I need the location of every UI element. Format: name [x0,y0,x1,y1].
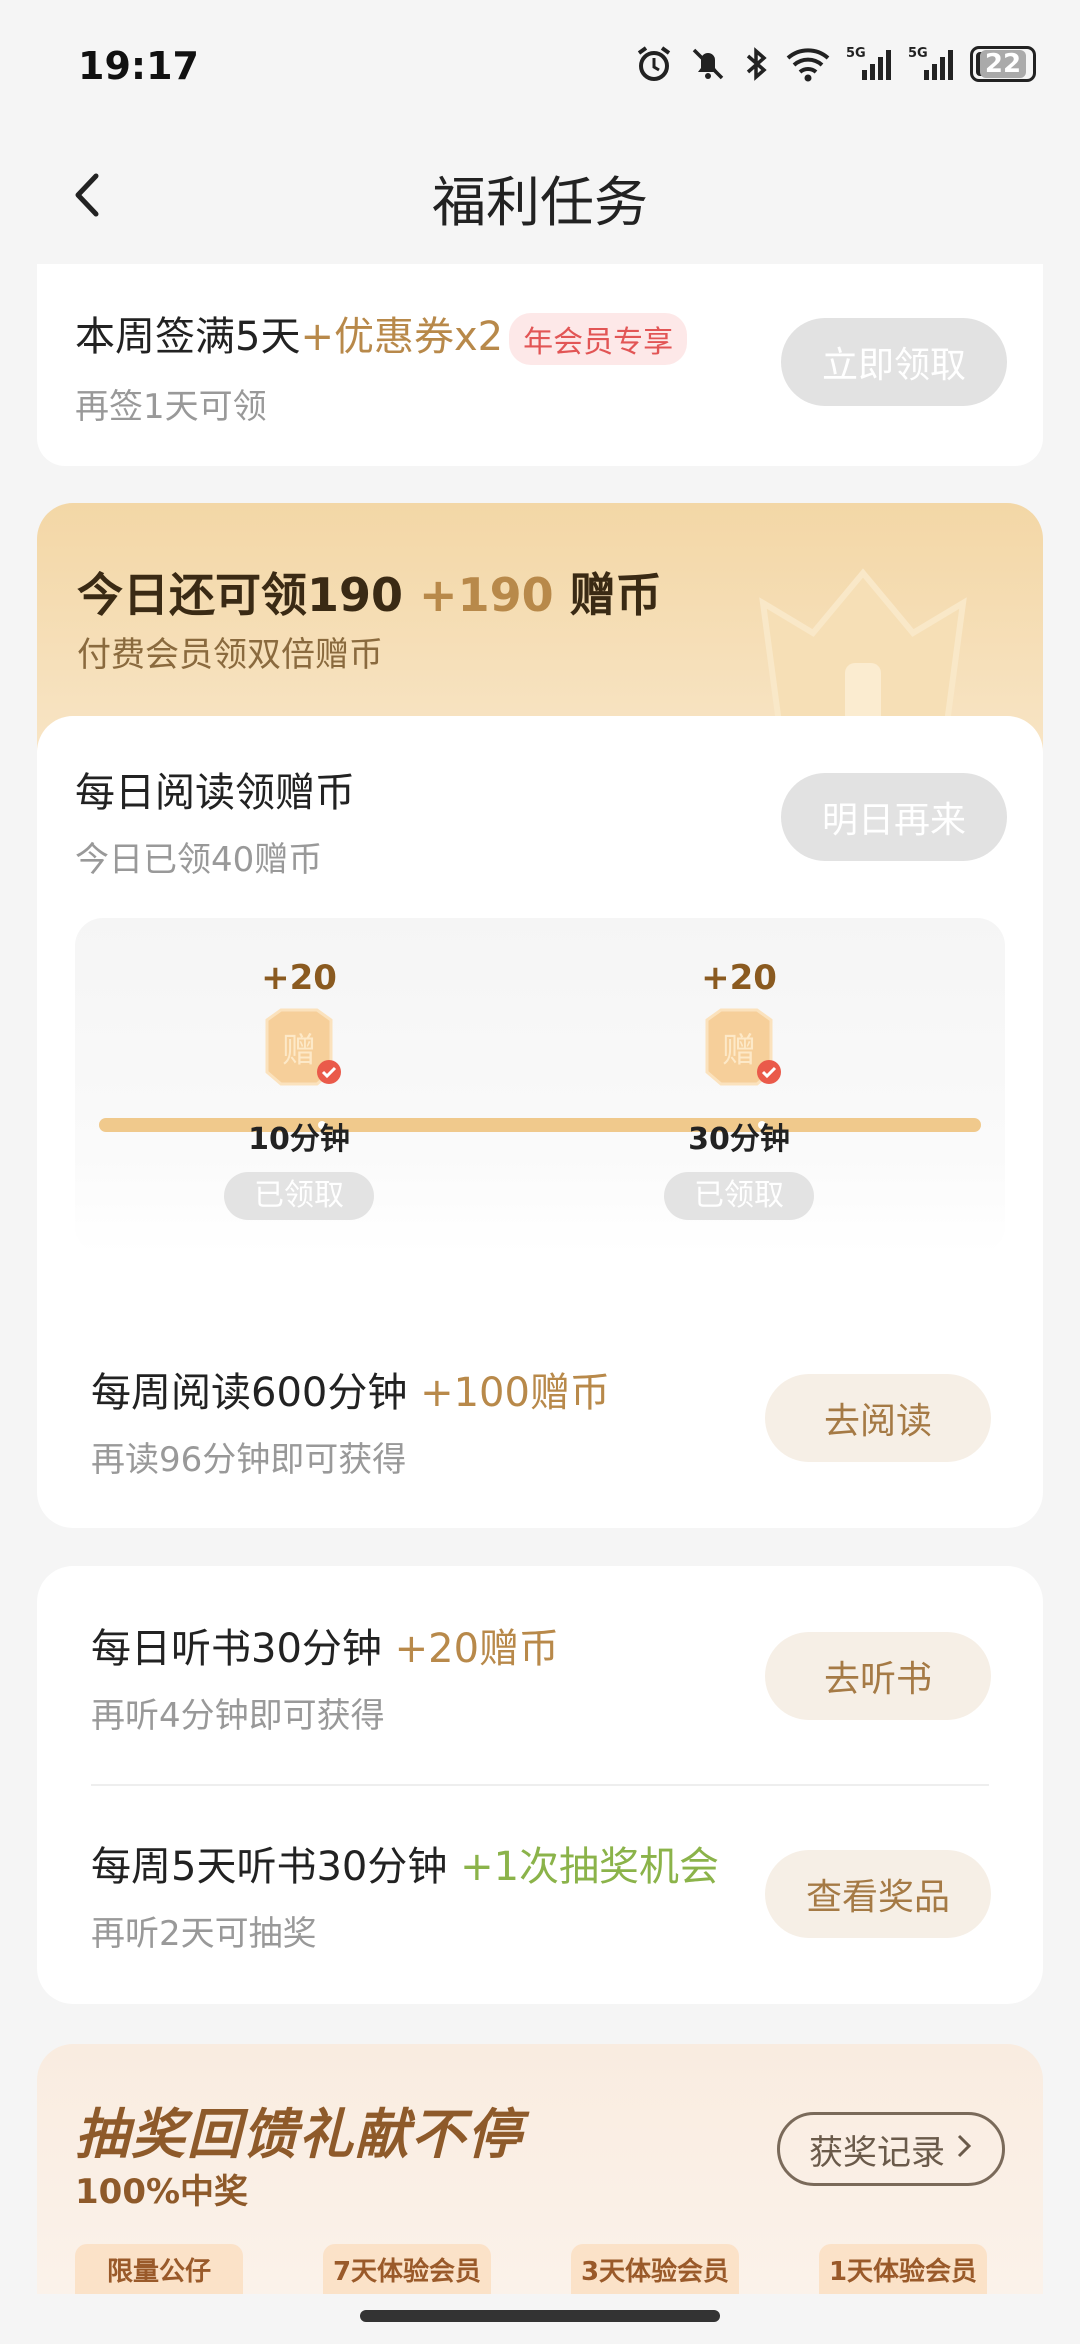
home-indicator[interactable] [360,2310,720,2322]
svg-text:5G: 5G [908,46,928,61]
signin-reward: +优惠券x2 [300,314,504,360]
weekly-listen-sub: 再听2天可抽奖 [91,1914,317,1954]
claimed-badge: 已领取 [664,1172,814,1220]
weekly-listen-reward: +1次抽奖机会 [460,1844,720,1890]
milestone-10min: +20 赠 10分钟 已领取 [199,958,399,1220]
coin-icon: 赠 [695,1006,783,1090]
milestone-amount: +20 [261,958,337,998]
chevron-right-icon [955,2129,973,2169]
weekly-read-title: 每周阅读600分钟 [91,1370,408,1416]
weekly-listen-title: 每周5天听书30分钟 [91,1844,448,1890]
weekly-listen-task: 每周5天听书30分钟 +1次抽奖机会 [91,1834,719,1892]
coins-remaining: 今日还可领190 [77,568,404,622]
wifi-icon [784,44,832,84]
weekly-read-sub: 再读96分钟即可获得 [91,1440,407,1480]
milestone-time: 30分钟 [688,1122,790,1157]
daily-listen-title: 每日听书30分钟 [91,1626,382,1672]
claimed-badge: 已领取 [224,1172,374,1220]
reading-progress: +20 赠 10分钟 已领取 +20 赠 30分钟 已领取 [75,918,1005,1254]
coins-bonus: +190 [419,568,554,622]
prize-tag: 7天体验会员 [323,2244,491,2294]
mute-bell-icon [688,44,728,84]
daily-listen-task: 每日听书30分钟 +20赠币 [91,1616,559,1674]
coins-header-title: 今日还可领190 +190 赠币 [77,559,662,625]
signin-card: 本周签满5天+优惠券x2 年会员专享 再签1天可领 立即领取 [37,264,1043,466]
claim-now-button[interactable]: 立即领取 [781,318,1007,406]
alarm-icon [634,44,674,84]
weekly-read-reward: +100赠币 [420,1370,610,1416]
signin-task-title: 本周签满5天+优惠券x2 年会员专享 [75,304,688,365]
signal-5g-icon: 5G [908,44,956,84]
prize-tag: 限量公仔 [75,2244,243,2294]
svg-text:5G: 5G [846,46,866,61]
svg-text:赠: 赠 [722,1031,756,1071]
bluetooth-icon [742,44,770,84]
milestone-30min: +20 赠 30分钟 已领取 [639,958,839,1220]
milestone-amount: +20 [701,958,777,998]
battery-level: 22 [979,50,1027,78]
prize-record-button[interactable]: 获奖记录 [777,2112,1005,2186]
page-title: 福利任务 [432,171,648,234]
listening-card: 每日听书30分钟 +20赠币 再听4分钟即可获得 去听书 每周5天听书30分钟 … [37,1566,1043,2004]
daily-read-sub: 今日已领40赠币 [75,840,323,880]
signin-sub: 再签1天可领 [75,387,267,427]
lottery-banner: 抽奖回馈礼献不停 100%中奖 获奖记录 限量公仔 7天体验会员 3天体验会员 … [37,2044,1043,2294]
status-bar: 19:17 5G 5G 22 [0,0,1080,130]
divider [91,1784,989,1786]
prize-tag: 1天体验会员 [819,2244,987,2294]
lottery-title: 抽奖回馈礼献不停 [75,2103,523,2166]
signin-title: 本周签满5天 [75,314,301,360]
view-prizes-button[interactable]: 查看奖品 [765,1850,991,1938]
member-tag: 年会员专享 [509,313,688,365]
go-read-button[interactable]: 去阅读 [765,1374,991,1462]
lottery-sub: 100%中奖 [75,2172,249,2212]
coin-icon: 赠 [255,1006,343,1090]
daily-listen-reward: +20赠币 [394,1626,560,1672]
daily-read-title: 每日阅读领赠币 [75,770,355,816]
weekly-read-task: 每周阅读600分钟 +100赠币 [91,1360,610,1418]
come-tomorrow-button[interactable]: 明日再来 [781,773,1007,861]
status-time: 19:17 [78,44,199,88]
milestone-time: 10分钟 [248,1122,350,1157]
battery-icon: 22 [970,46,1036,82]
prize-tag: 3天体验会员 [571,2244,739,2294]
daily-listen-sub: 再听4分钟即可获得 [91,1696,385,1736]
coins-header-sub: 付费会员领双倍赠币 [77,635,383,675]
status-icons: 5G 5G 22 [634,44,1036,84]
coins-unit: 赠币 [569,568,662,622]
reading-card: 每日阅读领赠币 今日已领40赠币 明日再来 +20 赠 10分钟 已领取 +20… [37,716,1043,1528]
svg-text:赠: 赠 [282,1031,316,1071]
go-listen-button[interactable]: 去听书 [765,1632,991,1720]
signal-5g-icon: 5G [846,44,894,84]
prize-record-label: 获奖记录 [809,2132,945,2173]
